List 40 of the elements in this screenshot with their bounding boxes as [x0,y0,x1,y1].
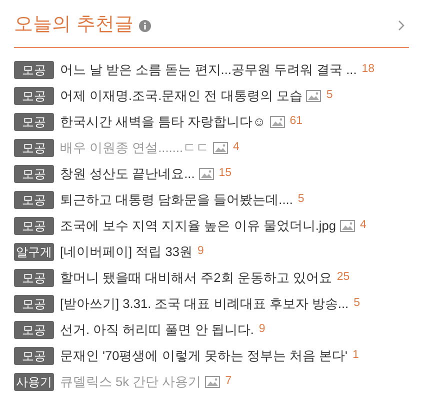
post-title-link[interactable]: 할머니 됐을때 대비해서 주2회 운동하고 있어요 [60,268,332,288]
chevron-right-icon[interactable] [398,20,405,31]
comment-count: 1 [352,348,359,364]
comment-count: 18 [362,62,375,78]
post-title-link[interactable]: [네이버페이] 적립 33원 [60,242,192,262]
post-title-link[interactable]: 퇴근하고 대통령 담화문을 들어봤는데.... [60,190,293,210]
comment-count: 5 [354,296,360,312]
post-title-link[interactable]: [받아쓰기] 3.31. 조국 대표 비례대표 후보자 방송... [60,294,349,314]
comment-count: 61 [290,114,303,130]
post-title-link[interactable]: 조국에 보수 지역 지지율 높은 이유 물었더니.jpg [60,216,336,236]
info-icon[interactable] [139,20,152,32]
category-badge[interactable]: 모공 [14,165,54,183]
category-badge[interactable]: 모공 [14,87,54,105]
comment-count: 7 [225,374,232,390]
post-title-link[interactable]: 어제 이재명.조국.문재인 전 대통령의 모습 [60,86,302,106]
comment-count: 9 [197,244,204,260]
category-badge[interactable]: 모공 [14,191,54,209]
category-badge[interactable]: 모공 [14,295,54,313]
category-badge[interactable]: 모공 [14,139,54,157]
comment-count: 25 [336,270,350,286]
comment-count: 15 [218,166,232,182]
comment-count: 4 [360,218,366,234]
comment-count: 5 [326,88,333,104]
category-badge[interactable]: 모공 [14,269,54,287]
category-badge[interactable]: 모공 [14,61,54,79]
category-badge[interactable]: 모공 [14,217,54,235]
post-title-link[interactable]: 문재인 '70평생에 이렇게 못하는 정부는 처음 본다' [60,346,348,366]
post-title-link[interactable]: 어느 날 받은 소름 돋는 편지...공무원 두려워 결국 ... [60,60,357,80]
category-badge[interactable]: 모공 [14,321,54,339]
post-title-link[interactable]: 선거. 아직 허리띠 풀면 안 됩니다. [60,320,254,340]
comment-count: 9 [258,322,266,338]
post-title-link[interactable]: 한국시간 새벽을 틈타 자랑합니다☺ [60,112,266,132]
post-title-link[interactable]: 창원 성산도 끝난네요... [60,164,195,184]
category-badge[interactable]: 사용기 [14,373,54,391]
category-badge[interactable]: 모공 [14,113,54,131]
section-title: 오늘의 추천글 [14,13,134,38]
comment-count: 5 [298,192,304,208]
comment-count: 4 [233,140,240,156]
category-badge[interactable]: 알구게 [14,243,54,261]
category-badge[interactable]: 모공 [14,347,54,365]
